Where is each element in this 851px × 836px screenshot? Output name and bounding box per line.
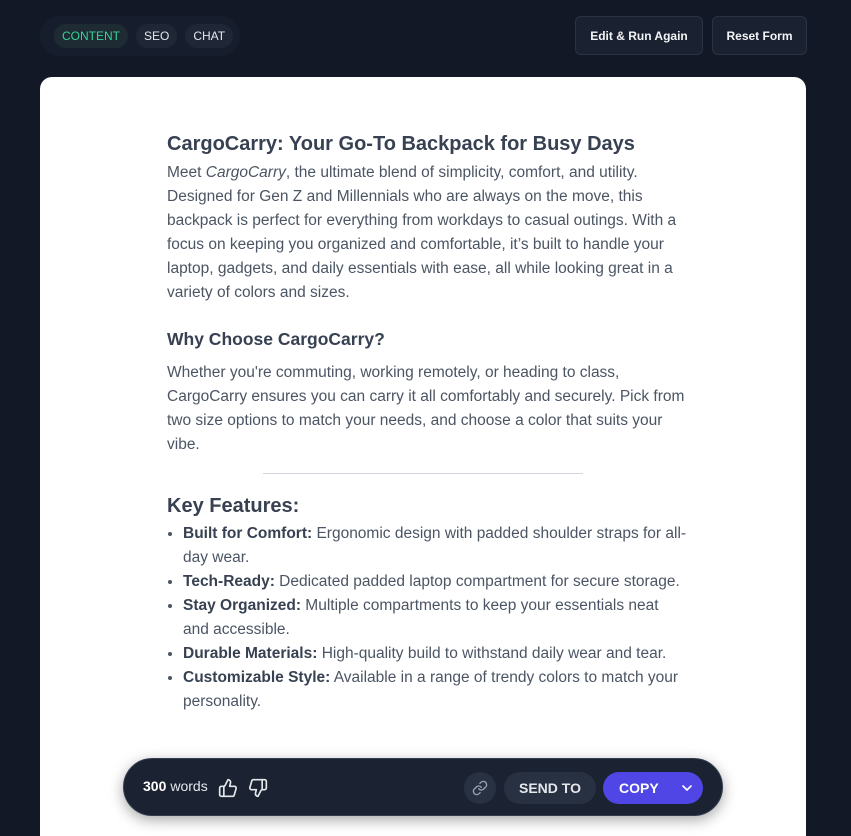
article-title: CargoCarry: Your Go-To Backpack for Busy… bbox=[167, 133, 635, 155]
copy-button[interactable]: COPY bbox=[603, 772, 703, 804]
chevron-down-icon[interactable] bbox=[679, 780, 695, 796]
list-item: Stay Organized: Multiple compartments to… bbox=[183, 594, 687, 642]
why-heading: Why Choose CargoCarry? bbox=[167, 329, 385, 349]
why-paragraph: Whether you're commuting, working remote… bbox=[167, 364, 685, 453]
content-card: CargoCarry: Your Go-To Backpack for Busy… bbox=[40, 77, 806, 836]
tab-content[interactable]: CONTENT bbox=[54, 24, 128, 48]
edit-run-again-button[interactable]: Edit & Run Again bbox=[575, 16, 703, 55]
features-list: Built for Comfort: Ergonomic design with… bbox=[183, 522, 687, 714]
feature-name: Durable Materials: bbox=[183, 645, 318, 662]
list-item: Customizable Style: Available in a range… bbox=[183, 666, 687, 714]
floating-action-bar: 300 words SEND TO COPY bbox=[123, 758, 723, 816]
intro-paragraph: Meet CargoCarry, the ultimate blend of s… bbox=[167, 161, 687, 305]
list-item: Tech-Ready: Dedicated padded laptop comp… bbox=[183, 570, 687, 594]
thumbs-up-icon[interactable] bbox=[216, 776, 240, 800]
word-count-value: 300 bbox=[143, 778, 167, 794]
word-count: 300 words bbox=[143, 778, 208, 794]
section-divider bbox=[263, 473, 583, 474]
reset-form-button[interactable]: Reset Form bbox=[712, 16, 807, 55]
intro-prefix: Meet bbox=[167, 164, 206, 181]
intro-product-name: CargoCarry bbox=[205, 164, 286, 181]
feature-name: Tech-Ready: bbox=[183, 573, 275, 590]
thumbs-down-icon[interactable] bbox=[246, 776, 270, 800]
tab-chat[interactable]: CHAT bbox=[185, 24, 234, 48]
copy-label: COPY bbox=[619, 780, 659, 796]
list-item: Built for Comfort: Ergonomic design with… bbox=[183, 522, 687, 570]
feature-text: High-quality build to withstand daily we… bbox=[317, 645, 667, 662]
send-to-button[interactable]: SEND TO bbox=[504, 772, 596, 804]
tab-seo[interactable]: SEO bbox=[136, 24, 178, 48]
link-icon[interactable] bbox=[464, 772, 496, 804]
view-tabs: CONTENT SEO CHAT bbox=[40, 16, 240, 56]
generated-article: CargoCarry: Your Go-To Backpack for Busy… bbox=[167, 129, 687, 714]
feature-name: Stay Organized: bbox=[183, 597, 301, 614]
feature-name: Customizable Style: bbox=[183, 669, 331, 686]
word-count-label: words bbox=[170, 778, 208, 794]
intro-rest: , the ultimate blend of simplicity, comf… bbox=[167, 164, 677, 301]
features-heading: Key Features: bbox=[167, 495, 300, 517]
feature-name: Built for Comfort: bbox=[183, 525, 313, 542]
feature-text: Dedicated padded laptop compartment for … bbox=[274, 573, 680, 590]
list-item: Durable Materials: High-quality build to… bbox=[183, 642, 687, 666]
